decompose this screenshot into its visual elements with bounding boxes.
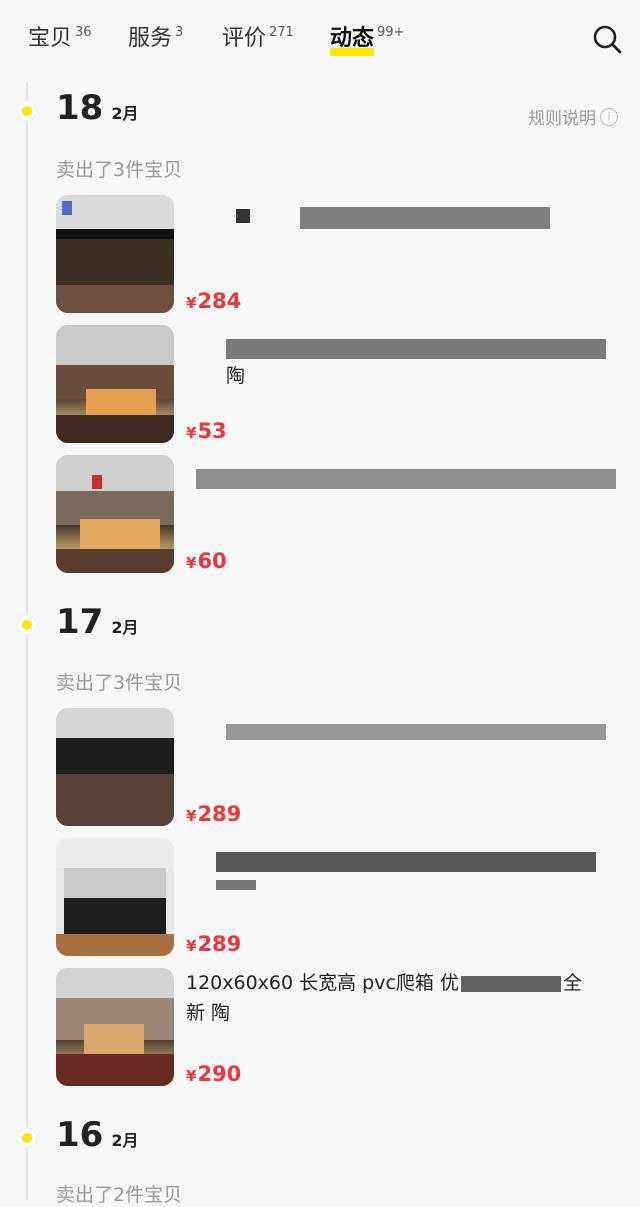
timeline-dot: [18, 1129, 36, 1147]
sold-summary: 卖出了3件宝贝: [56, 672, 183, 694]
day-number: 16: [56, 1115, 104, 1155]
info-icon: i: [600, 107, 618, 126]
tab-services[interactable]: 服务 3: [128, 24, 183, 54]
blurred-title: [226, 724, 606, 740]
month-label: 2月: [111, 104, 139, 123]
blurred-title: [460, 975, 561, 992]
blurred-title: [236, 209, 250, 223]
blurred-title: [300, 207, 550, 229]
product-thumbnail: [56, 708, 174, 826]
timeline-dot: [18, 616, 36, 634]
tab-count: 99+: [377, 25, 405, 40]
date-heading: 18 2月: [56, 88, 138, 128]
currency-symbol: ¥: [186, 807, 197, 825]
price: ¥60: [186, 549, 227, 573]
product-thumbnail: [56, 195, 174, 313]
tab-count: 36: [75, 25, 92, 40]
list-item[interactable]: ¥289: [56, 708, 626, 826]
date-heading: 17 2月: [56, 602, 138, 642]
product-thumbnail: [56, 455, 174, 573]
price: ¥53: [186, 419, 227, 443]
timeline-dot: [18, 102, 36, 120]
title-text: 新 陶: [186, 1002, 231, 1024]
tab-reviews[interactable]: 评价 271: [222, 24, 294, 54]
tab-activity[interactable]: 动态 99+: [330, 24, 405, 56]
currency-symbol: ¥: [186, 937, 197, 955]
price-value: 60: [197, 549, 227, 573]
price: ¥284: [186, 289, 241, 313]
price-value: 284: [197, 289, 242, 313]
product-thumbnail: [56, 325, 174, 443]
blurred-title: [196, 469, 616, 489]
price-value: 289: [197, 802, 242, 826]
tab-count: 3: [175, 25, 184, 40]
product-thumbnail: [56, 838, 174, 956]
product-title: 陶: [226, 365, 246, 387]
price: ¥289: [186, 932, 241, 956]
list-item[interactable]: ¥289: [56, 838, 626, 956]
search-icon: [593, 25, 622, 54]
title-text: 全: [562, 972, 582, 994]
rules-label: 规则说明: [528, 109, 596, 129]
month-label: 2月: [111, 1131, 139, 1150]
tab-count: 271: [269, 25, 294, 40]
currency-symbol: ¥: [186, 424, 197, 442]
currency-symbol: ¥: [186, 294, 197, 312]
tab-label: 动态: [330, 24, 375, 56]
sold-summary: 卖出了2件宝贝: [56, 1184, 183, 1206]
tab-label: 服务: [128, 26, 173, 51]
sold-summary: 卖出了3件宝贝: [56, 159, 183, 181]
list-item[interactable]: 120x60x60 长宽高 pvc爬箱 优 全 新 陶 ¥290: [56, 968, 626, 1086]
date-heading: 16 2月: [56, 1115, 138, 1155]
tab-label: 评价: [222, 26, 267, 51]
list-item[interactable]: 陶 ¥53: [56, 325, 626, 443]
currency-symbol: ¥: [186, 554, 197, 572]
tab-bar: 宝贝 36 服务 3 评价 271 动态 99+: [0, 0, 640, 82]
product-thumbnail: [56, 968, 174, 1086]
day-number: 18: [56, 88, 104, 128]
tab-label: 宝贝: [28, 26, 73, 51]
title-text: 120x60x60 长宽高 pvc爬箱 优: [186, 972, 459, 994]
day-number: 17: [56, 602, 104, 642]
price: ¥289: [186, 802, 241, 826]
tab-items[interactable]: 宝贝 36: [28, 24, 92, 54]
price-value: 53: [197, 419, 227, 443]
blurred-title: [226, 339, 606, 359]
blurred-title: [216, 880, 256, 890]
currency-symbol: ¥: [186, 1067, 197, 1085]
list-item[interactable]: ¥284: [56, 195, 626, 313]
timeline-line: [26, 82, 28, 1200]
price-value: 289: [197, 932, 242, 956]
month-label: 2月: [111, 618, 139, 637]
price: ¥290: [186, 1062, 241, 1086]
search-button[interactable]: [592, 24, 624, 56]
price-value: 290: [197, 1062, 242, 1086]
rules-link[interactable]: 规则说明 i: [528, 104, 618, 129]
list-item[interactable]: ¥60: [56, 455, 626, 573]
blurred-title: [216, 852, 596, 872]
product-title: 120x60x60 长宽高 pvc爬箱 优 全 新 陶: [186, 968, 616, 1028]
